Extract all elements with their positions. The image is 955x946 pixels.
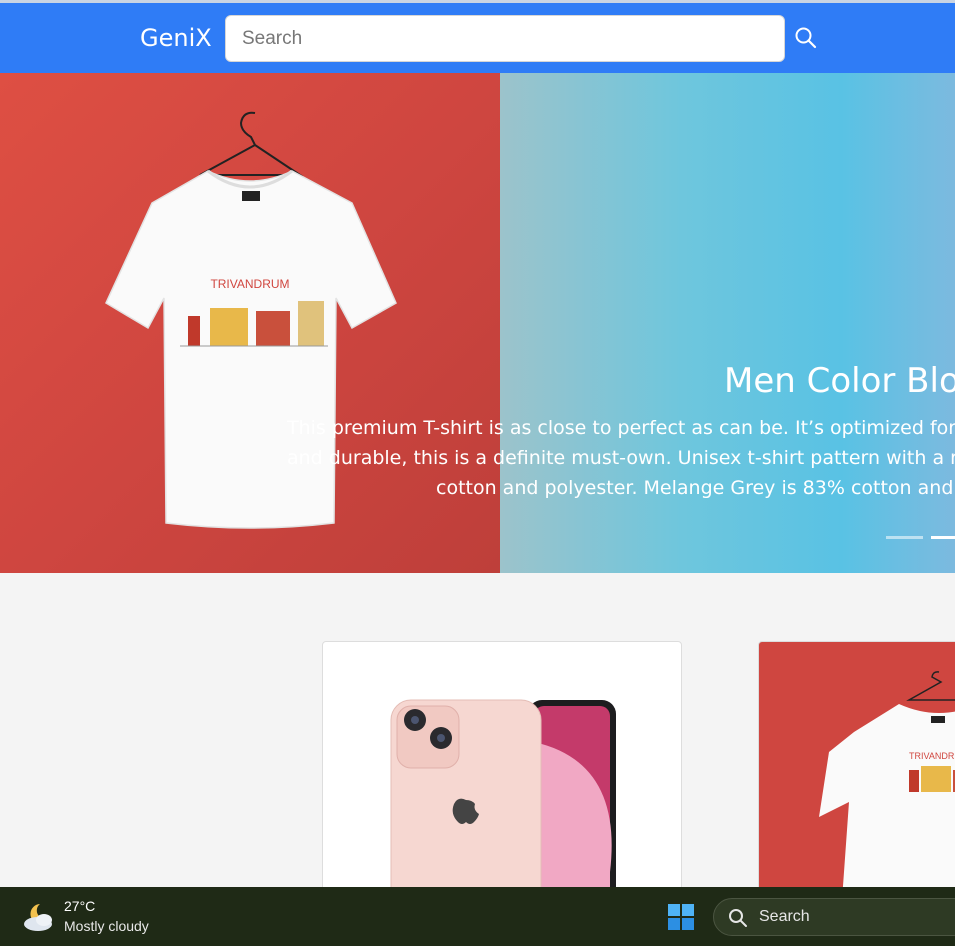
weather-temperature[interactable]: 27°C xyxy=(64,898,95,914)
taskbar-search[interactable]: Search xyxy=(713,898,955,936)
slide-description-line: cotton and polyester. Melange Grey is 83… xyxy=(436,477,955,499)
taskbar-search-label: Search xyxy=(759,908,810,925)
weather-condition[interactable]: Mostly cloudy xyxy=(64,918,149,934)
search-icon[interactable] xyxy=(793,25,819,51)
search-icon xyxy=(729,909,747,927)
hero-carousel[interactable]: TRIVANDRUM Men Color Bloc This premium T… xyxy=(0,73,955,573)
slide-description-line: and durable, this is a definite must-own… xyxy=(287,447,955,469)
windows-start-icon[interactable] xyxy=(667,903,695,931)
tshirt-print-text: TRIVANDRUM xyxy=(210,277,289,291)
tshirt-print-text: TRIVANDRUM xyxy=(909,751,955,761)
navbar: GeniX xyxy=(0,3,955,73)
search-box xyxy=(225,15,785,62)
slide-title: Men Color Bloc xyxy=(724,361,955,401)
search-input[interactable] xyxy=(226,16,784,61)
cloudy-moon-icon[interactable] xyxy=(22,901,58,933)
brand-logo[interactable]: GeniX xyxy=(140,24,212,52)
carousel-indicator-1[interactable] xyxy=(886,536,923,539)
slide-description-line: This premium T-shirt is as close to perf… xyxy=(287,417,955,439)
taskbar: 27°C Mostly cloudy Search xyxy=(0,887,955,946)
carousel-indicator-2[interactable] xyxy=(931,536,955,539)
